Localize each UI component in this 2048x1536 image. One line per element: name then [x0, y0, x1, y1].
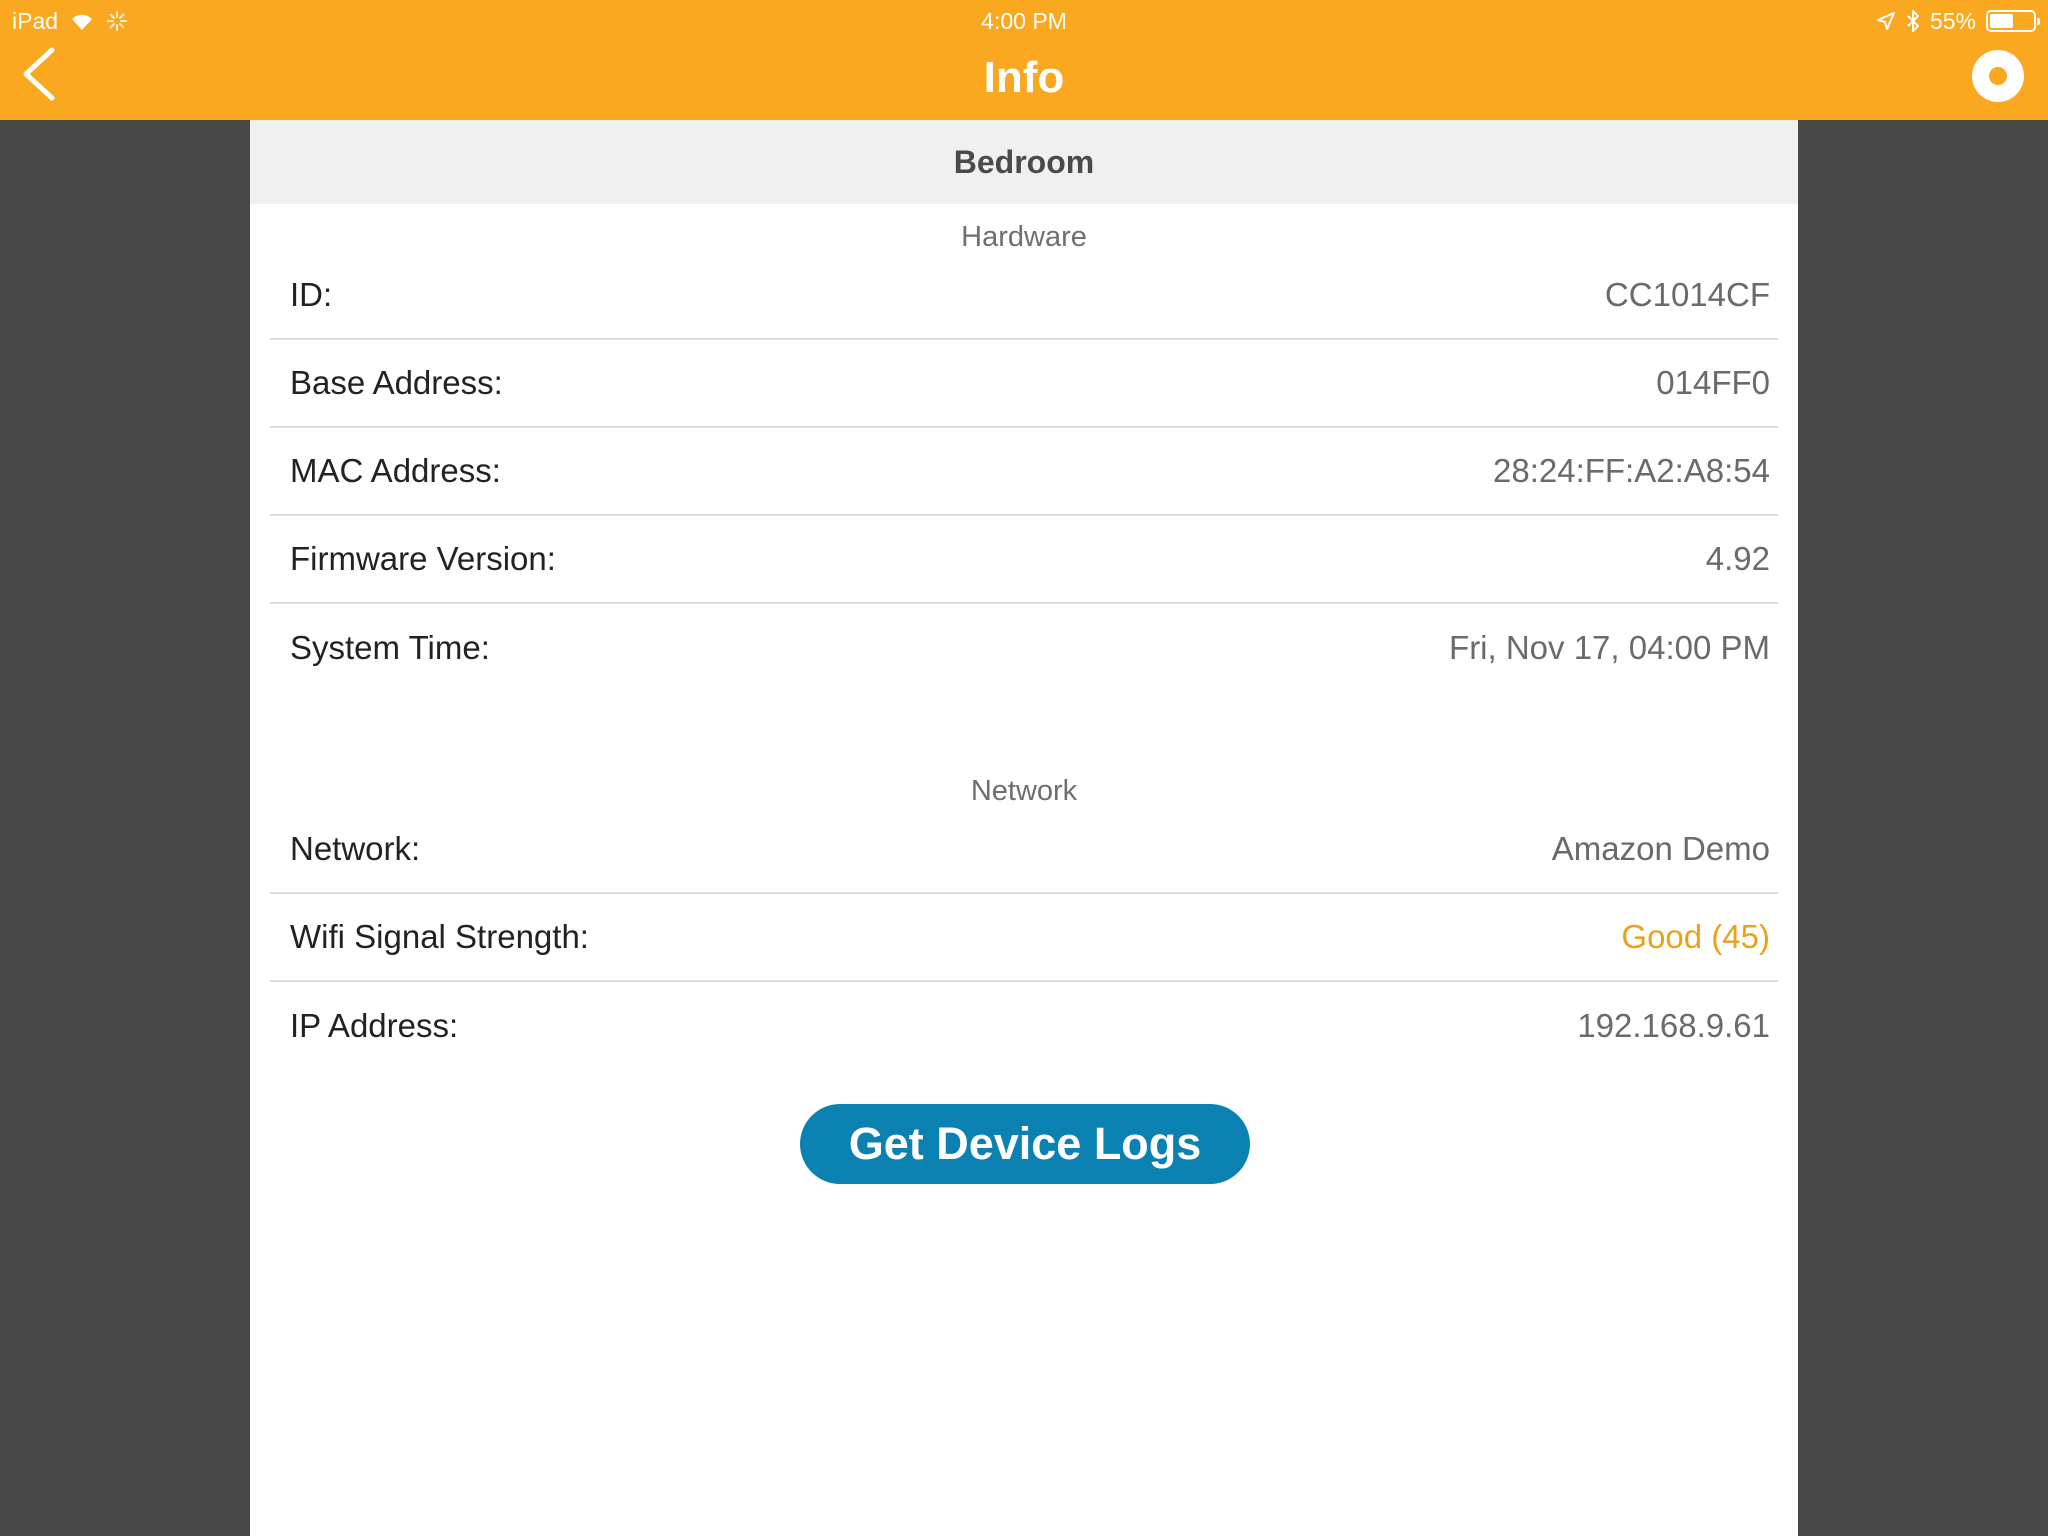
get-device-logs-button[interactable]: Get Device Logs	[800, 1104, 1250, 1184]
row-value: 28:24:FF:A2:A8:54	[1492, 452, 1770, 489]
row-label: IP Address:	[290, 1007, 459, 1044]
hardware-row-system-time: System Time: Fri, Nov 17, 04:00 PM	[270, 604, 1778, 692]
row-value: Amazon Demo	[1551, 830, 1770, 867]
battery-icon	[1986, 10, 2040, 32]
hardware-section-title: Hardware	[961, 221, 1087, 253]
page-title: Info	[983, 53, 1065, 102]
row-value: 014FF0	[1656, 364, 1770, 401]
hardware-row-firmware-version: Firmware Version: 4.92	[270, 516, 1778, 604]
signal-strength-value: Good (45)	[1621, 918, 1770, 955]
network-section-title: Network	[970, 775, 1078, 807]
hardware-row-base-address: Base Address: 014FF0	[270, 340, 1778, 428]
bluetooth-icon	[1907, 10, 1919, 32]
status-time: 4:00 PM	[981, 8, 1067, 34]
network-row-ip-address: IP Address: 192.168.9.61	[270, 982, 1778, 1070]
device-name-header: Bedroom	[250, 120, 1798, 204]
row-label: ID:	[290, 276, 333, 313]
hardware-list: ID: CC1014CF Base Address: 014FF0 MAC Ad…	[250, 252, 1798, 692]
row-value: CC1014CF	[1604, 276, 1770, 313]
location-arrow-icon	[1876, 12, 1895, 30]
row-value: Fri, Nov 17, 04:00 PM	[1449, 629, 1770, 666]
network-row-wifi-signal-strength: Wifi Signal Strength: Good (45)	[270, 894, 1778, 982]
hardware-row-mac-address: MAC Address: 28:24:FF:A2:A8:54	[270, 428, 1778, 516]
battery-percent: 55%	[1929, 7, 1976, 34]
network-row-network: Network: Amazon Demo	[270, 806, 1778, 894]
battery-fill	[1990, 14, 2014, 28]
row-label: Base Address:	[290, 364, 503, 401]
row-label: Network:	[290, 830, 421, 867]
navigation-bar: iPad 4:00 PM 55% Info	[0, 0, 2048, 120]
hardware-row-id: ID: CC1014CF	[270, 252, 1778, 340]
record-button[interactable]	[1972, 50, 2024, 102]
row-value: 192.168.9.61	[1577, 1007, 1770, 1044]
row-label: Firmware Version:	[290, 540, 556, 577]
device-info-panel: Bedroom Hardware ID: CC1014CF Base Addre…	[250, 120, 1798, 1536]
row-label: MAC Address:	[290, 452, 501, 489]
row-value: 4.92	[1705, 540, 1770, 577]
status-bar-right: 55%	[1876, 6, 2040, 36]
row-label: Wifi Signal Strength:	[290, 918, 589, 955]
network-list: Network: Amazon Demo Wifi Signal Strengt…	[250, 806, 1798, 1070]
row-label: System Time:	[290, 629, 490, 666]
